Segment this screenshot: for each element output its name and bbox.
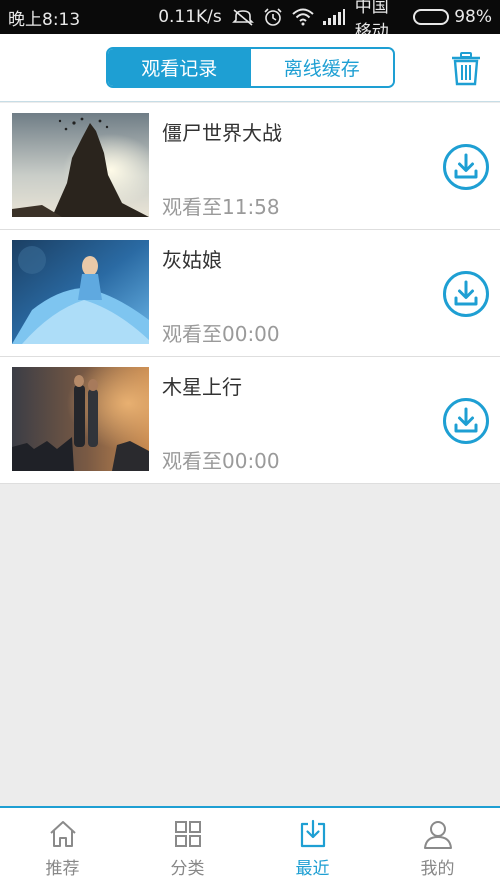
video-title: 木星上行 [162, 375, 242, 399]
grid-icon [174, 820, 201, 847]
battery-icon [413, 9, 450, 25]
alarm-icon [264, 8, 282, 26]
bottom-nav: 推荐 分类 最近 我的 [0, 806, 500, 888]
download-box-icon [300, 819, 325, 847]
battery-indicator: 98% [413, 7, 492, 27]
wifi-icon [292, 8, 314, 26]
tab-watch-history[interactable]: 观看记录 [108, 49, 251, 86]
status-icons [231, 7, 345, 27]
top-bar: 观看记录 离线缓存 [0, 34, 500, 102]
user-icon [423, 820, 452, 849]
download-icon[interactable] [442, 397, 490, 445]
download-icon[interactable] [442, 270, 490, 318]
nav-label: 分类 [170, 858, 205, 879]
watch-progress: 观看至11:58 [162, 195, 280, 219]
status-network-speed: 0.11K/s [158, 7, 222, 27]
status-bar: 晚上8:13 0.11K/s 中国移动 98% [0, 0, 500, 42]
nav-item-recent[interactable]: 最近 [250, 808, 375, 888]
list-item[interactable]: 僵尸世界大战 观看至11:58 [0, 103, 500, 230]
nav-item-mine[interactable]: 我的 [375, 808, 500, 888]
nav-item-category[interactable]: 分类 [125, 808, 250, 888]
status-time: 晚上8:13 [8, 9, 81, 30]
home-icon [49, 820, 76, 847]
list-item[interactable]: 灰姑娘 观看至00:00 [0, 230, 500, 357]
mute-icon [231, 9, 254, 26]
video-title: 僵尸世界大战 [162, 121, 282, 145]
video-thumbnail[interactable] [12, 240, 149, 344]
nav-item-recommend[interactable]: 推荐 [0, 808, 125, 888]
video-thumbnail[interactable] [12, 113, 149, 217]
nav-label: 推荐 [45, 858, 80, 879]
video-thumbnail[interactable] [12, 367, 149, 471]
download-icon[interactable] [442, 143, 490, 191]
battery-percent: 98% [454, 7, 492, 27]
list-item[interactable]: 木星上行 观看至00:00 [0, 357, 500, 484]
trash-icon[interactable] [451, 52, 481, 86]
watch-progress: 观看至00:00 [162, 322, 280, 346]
nav-label: 我的 [420, 858, 455, 879]
watch-history-list: 僵尸世界大战 观看至11:58 灰姑娘 观看至00:00 木星上行 观看至00:… [0, 103, 500, 484]
video-title: 灰姑娘 [162, 248, 222, 272]
tab-offline-cache[interactable]: 离线缓存 [250, 49, 393, 86]
nav-label: 最近 [295, 858, 330, 879]
history-cache-segmented-control: 观看记录 离线缓存 [106, 47, 395, 88]
watch-progress: 观看至00:00 [162, 449, 280, 473]
signal-icon [322, 9, 345, 25]
